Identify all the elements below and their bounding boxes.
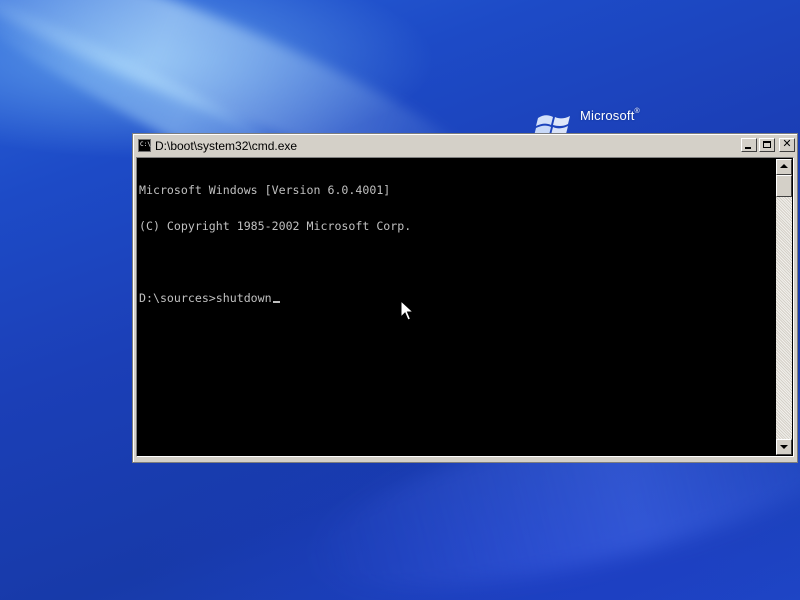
logo-vendor-text: Microsoft <box>580 108 635 123</box>
console-client-area: Microsoft Windows [Version 6.0.4001] (C)… <box>136 157 794 457</box>
logo-trademark: ® <box>634 108 640 115</box>
title-bar[interactable]: C:\ D:\boot\system32\cmd.exe ✕ <box>135 136 795 156</box>
minimize-icon <box>745 147 751 149</box>
console-icon[interactable]: C:\ <box>138 139 151 152</box>
minimize-button[interactable] <box>741 138 757 152</box>
vertical-scrollbar[interactable] <box>776 159 792 455</box>
caption-buttons: ✕ <box>741 137 795 154</box>
desktop-background: Microsoft® C:\ D:\boot\system32\cmd.exe … <box>0 0 800 600</box>
maximize-button[interactable] <box>759 138 775 152</box>
mouse-pointer-icon <box>400 300 414 321</box>
maximize-icon <box>763 141 771 148</box>
scrollbar-thumb[interactable] <box>776 175 792 197</box>
cmd-window[interactable]: C:\ D:\boot\system32\cmd.exe ✕ Microsoft… <box>132 133 798 463</box>
arrow-up-icon <box>780 164 788 168</box>
scroll-up-button[interactable] <box>776 159 792 175</box>
scroll-down-button[interactable] <box>776 439 792 455</box>
command-input[interactable]: shutdown <box>216 291 272 305</box>
close-button[interactable]: ✕ <box>779 137 795 152</box>
console-line: (C) Copyright 1985-2002 Microsoft Corp. <box>139 219 412 233</box>
console-line: Microsoft Windows [Version 6.0.4001] <box>139 183 391 197</box>
text-cursor <box>272 301 280 303</box>
command-line[interactable]: D:\sources>shutdown <box>139 292 778 304</box>
close-icon: ✕ <box>782 137 792 150</box>
logo-wordmark: Microsoft® <box>580 108 640 123</box>
command-prompt: D:\sources> <box>139 291 216 305</box>
arrow-down-icon <box>780 445 788 449</box>
console-output[interactable]: Microsoft Windows [Version 6.0.4001] (C)… <box>138 159 778 455</box>
window-title: D:\boot\system32\cmd.exe <box>155 139 298 153</box>
